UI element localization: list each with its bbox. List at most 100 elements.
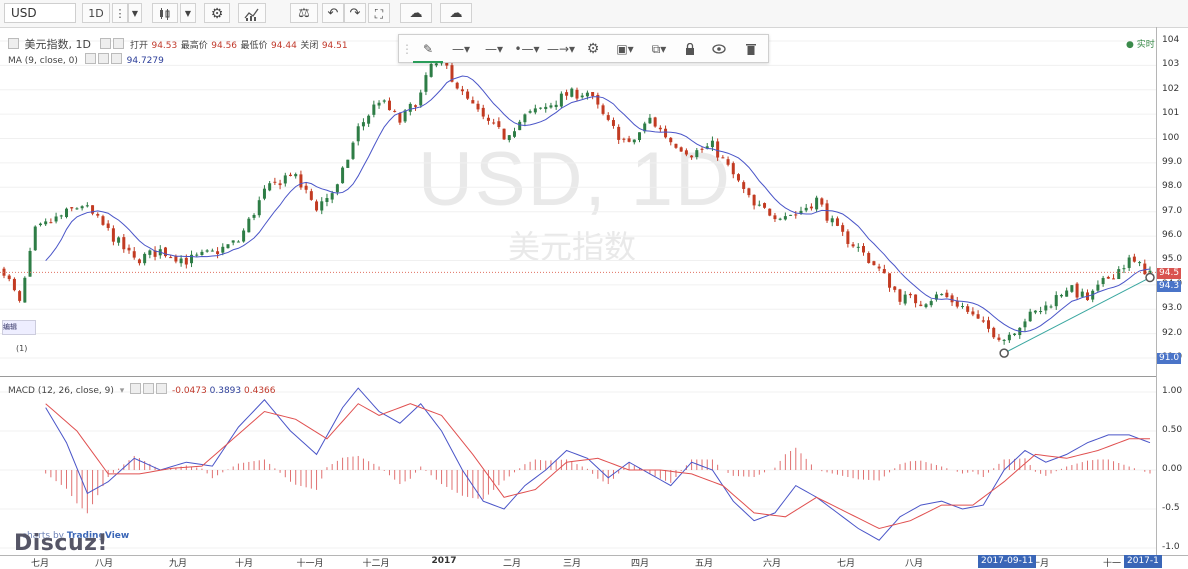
eye-icon[interactable] (84, 53, 96, 64)
candle-body (757, 204, 761, 206)
gear-icon[interactable]: ⚙ (204, 3, 230, 23)
price-tick-label: 95.0 (1162, 254, 1183, 265)
gear-icon[interactable]: ⚙ (579, 37, 607, 61)
candle-body (325, 198, 329, 203)
candle-body (512, 131, 516, 137)
candle-body (111, 228, 115, 242)
time-tick-label: 八月 (94, 559, 114, 569)
candle-body (242, 230, 246, 242)
candle-body (200, 251, 204, 256)
candle-body (721, 157, 725, 159)
candle-body (851, 244, 855, 247)
indicators-icon[interactable] (238, 3, 266, 23)
lock-icon[interactable] (677, 37, 703, 61)
candle-body (601, 105, 605, 114)
candle-body (929, 301, 933, 306)
candle-body (893, 286, 897, 290)
ma-price-tag: 94.3 (1157, 281, 1182, 292)
settings-icon[interactable] (97, 53, 109, 64)
cloud-upload-icon[interactable]: ☁ (440, 3, 472, 23)
drag-handle-icon[interactable]: ⋮ (401, 37, 413, 61)
line-width-icon[interactable]: —▾ (479, 37, 509, 61)
candle-body (1070, 285, 1074, 292)
grid (0, 40, 1156, 549)
scale-marker: (1) (16, 344, 28, 353)
candle-body (169, 257, 173, 259)
cloud-save-icon[interactable]: ☁ (400, 3, 432, 23)
candle-body (18, 291, 22, 301)
candle-body (356, 126, 360, 142)
candle-body (315, 201, 319, 211)
trendline-handle (1145, 272, 1155, 283)
candle-body (638, 132, 642, 141)
candle-body (127, 247, 131, 251)
close-icon[interactable] (156, 383, 168, 394)
ma-legend: MA (9, close, 0) 94.7279 (8, 53, 164, 66)
arrow-line-icon[interactable]: —→▾ (545, 37, 577, 61)
candle-body (1065, 290, 1069, 297)
candle-body (674, 143, 678, 148)
candle-body (585, 92, 589, 97)
candle-body (627, 138, 631, 142)
symbol-input[interactable]: USD (4, 3, 76, 23)
settings-icon[interactable] (143, 383, 155, 394)
candle-body (648, 117, 652, 124)
price-tick-label: 0.50 (1162, 425, 1183, 435)
candle-body (580, 95, 584, 98)
candle-body (424, 75, 428, 92)
candle-body (695, 150, 699, 158)
undo-icon[interactable]: ↶ (322, 3, 344, 23)
scale-icon[interactable]: ⚖ (290, 3, 318, 23)
candle-body (684, 150, 688, 155)
line-end-icon[interactable]: •—▾ (511, 37, 543, 61)
open-value: 94.53 (151, 41, 178, 51)
candle-body (289, 174, 292, 176)
three-dots-icon[interactable]: ⋮ (112, 3, 128, 23)
candle-body (830, 218, 834, 223)
chevron-down-icon[interactable]: ▼ (180, 3, 196, 23)
line-style-icon[interactable]: —▾ (445, 37, 477, 61)
candle-body (299, 174, 303, 188)
trash-icon[interactable] (737, 37, 765, 61)
collapse-icon[interactable] (8, 38, 19, 49)
drawing-toolbar: ⋮ ✎ —▾ —▾ •—▾ —→▾ ⚙ ▣▾ ⧉▾ (398, 34, 769, 63)
eye-icon[interactable] (705, 37, 733, 61)
candle-body (966, 306, 970, 312)
chart-area[interactable] (0, 28, 1188, 568)
chevron-down-icon[interactable]: ▼ (128, 3, 142, 23)
clone-icon[interactable]: ⧉▾ (643, 37, 675, 61)
candle-body (778, 218, 782, 220)
bring-front-icon[interactable]: ▣▾ (609, 37, 641, 61)
macd-value: -0.0473 (172, 386, 207, 396)
open-label: 打开 (129, 41, 148, 51)
time-tick-label: 四月 (630, 559, 650, 569)
left-tag[interactable]: 编辑 (2, 320, 36, 335)
candle-body (523, 114, 527, 123)
candle-body (460, 89, 464, 92)
redo-icon[interactable]: ↷ (344, 3, 366, 23)
price-tick-label: 0.00 (1162, 464, 1183, 474)
candle-body (398, 113, 402, 123)
high-value: 94.56 (211, 41, 238, 51)
pane-separator[interactable] (0, 376, 1157, 377)
pencil-icon[interactable]: ✎ (413, 37, 443, 63)
close-icon[interactable] (110, 53, 122, 64)
candle-body (70, 207, 74, 209)
candle-body (221, 246, 225, 253)
candle-body (997, 337, 1001, 340)
eye-icon[interactable] (130, 383, 142, 394)
candle-body (742, 182, 746, 189)
price-tick-label: 100 (1162, 132, 1180, 143)
fullscreen-icon[interactable]: ⛶ (368, 3, 390, 23)
interval-button[interactable]: 1D (82, 3, 110, 23)
eye-icon[interactable] (100, 38, 112, 49)
settings-icon[interactable] (113, 38, 125, 49)
low-label: 最低价 (240, 41, 268, 51)
discuz-watermark: Discuz! (14, 531, 108, 556)
candle-body (518, 121, 522, 131)
candle-body (726, 159, 730, 165)
candle-body (143, 253, 147, 264)
candle-body (382, 100, 386, 102)
candles-icon[interactable] (152, 3, 178, 23)
candle-body (554, 104, 558, 108)
